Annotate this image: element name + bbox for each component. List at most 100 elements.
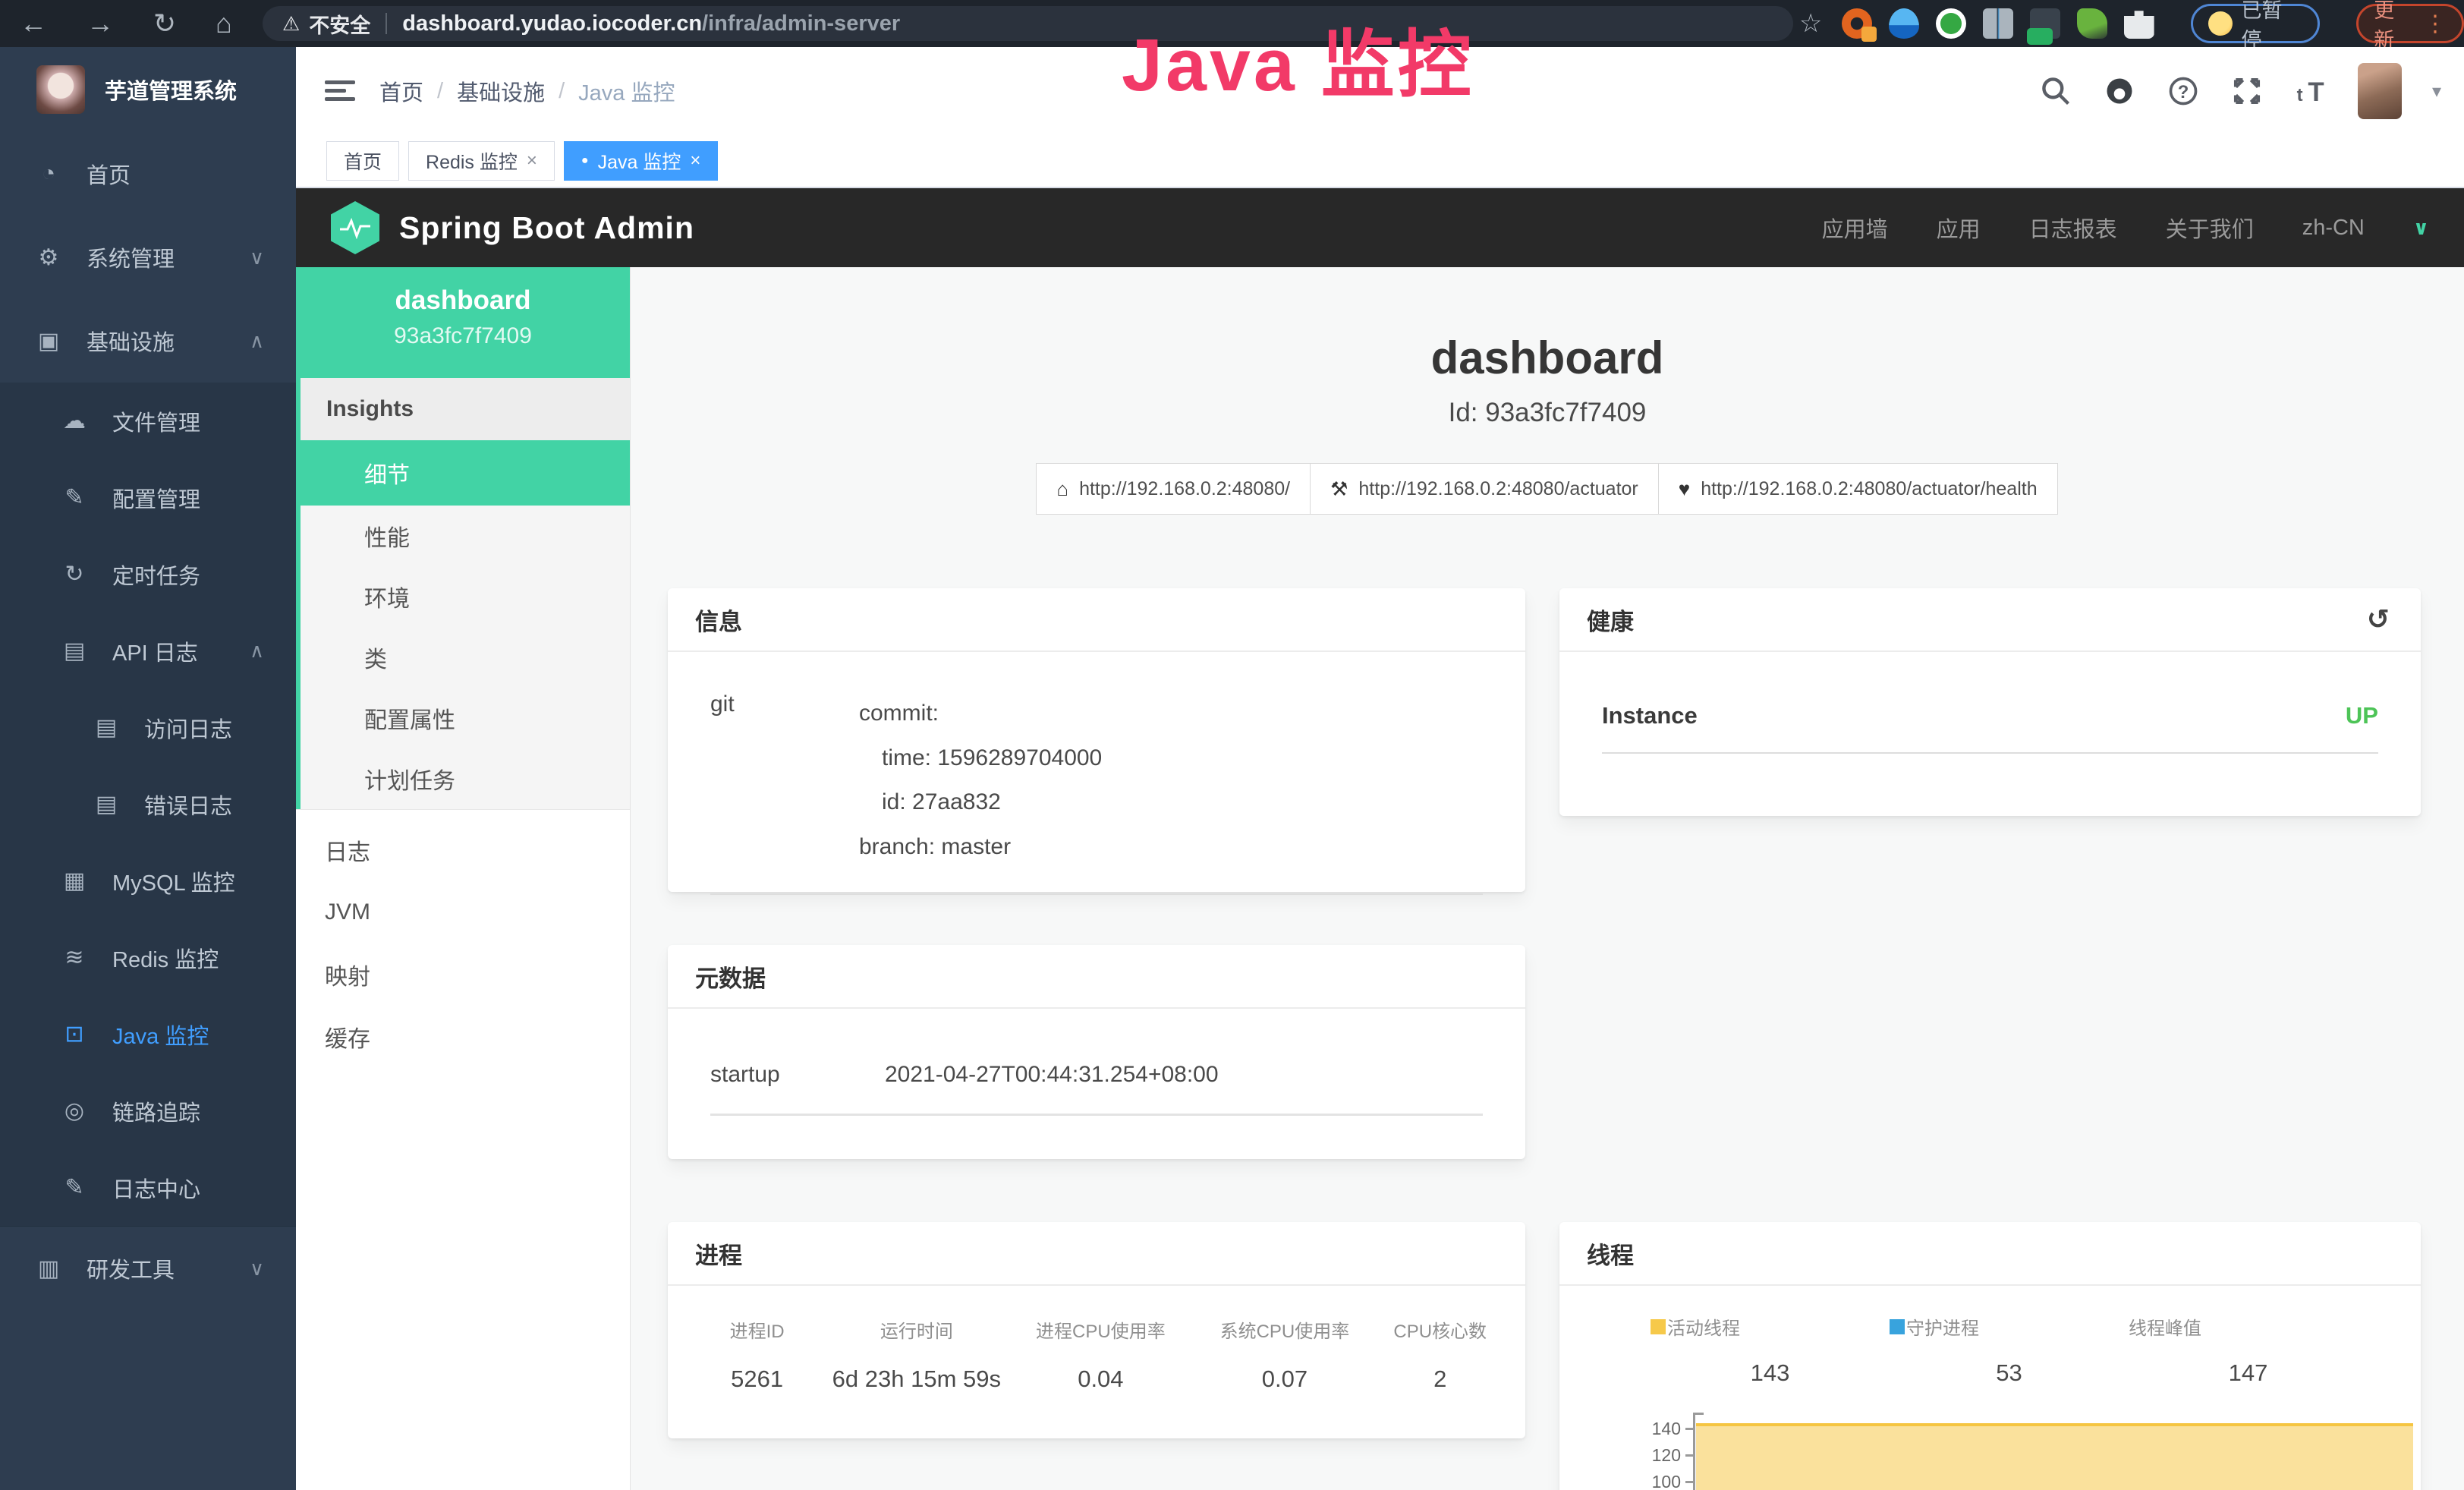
sidebar-item-infrastructure[interactable]: ▣ 基础设施 ∧ [0, 299, 296, 383]
paused-chip[interactable]: 已暂停 [2191, 4, 2321, 43]
text-size-icon[interactable]: t T [2294, 74, 2327, 108]
sidebar-item-log-center[interactable]: ✎ 日志中心 [0, 1149, 296, 1226]
hamburger-icon[interactable] [325, 76, 355, 106]
chevron-down-icon[interactable]: ∨ [2413, 216, 2429, 240]
sidebar-item-home[interactable]: ◔ 首页 [0, 132, 296, 216]
insights-section: Insights 细节 性能 环境 类 配置属性 计划任务 [296, 378, 630, 809]
sidebar-item-trace[interactable]: ◎ 链路追踪 [0, 1073, 296, 1149]
sba-item-caches[interactable]: 缓存 [296, 1006, 630, 1068]
column-header-pid: 进程ID [688, 1316, 826, 1343]
tab-home[interactable]: 首页 [326, 141, 399, 181]
breadcrumb-infrastructure[interactable]: 基础设施 [457, 75, 545, 107]
app-logo-row: 芋道管理系统 [0, 47, 296, 132]
search-icon[interactable] [2039, 74, 2072, 108]
breadcrumb-current: Java 监控 [578, 75, 675, 107]
database-icon: ▦ [59, 868, 90, 894]
switch-extension-icon[interactable] [2030, 8, 2060, 39]
sba-item-mappings[interactable]: 映射 [296, 943, 630, 1006]
sidebar-item-config-manage[interactable]: ✎ 配置管理 [0, 459, 296, 536]
service-url-link[interactable]: ⌂ http://192.168.0.2:48080/ [1036, 463, 1311, 515]
forward-icon[interactable]: → [67, 8, 134, 39]
sba-item-details[interactable]: 细节 [301, 440, 630, 506]
sidebar-item-mysql-monitor[interactable]: ▦ MySQL 监控 [0, 843, 296, 919]
puzzle-extensions-icon[interactable] [2124, 8, 2154, 39]
threads-card: 线程 活动线程 守护进程 线程峰值 143 53 147 [1559, 1222, 2421, 1490]
legend-label: 活动线程 [1667, 1313, 1740, 1340]
leaf-extension-icon[interactable] [2077, 8, 2107, 39]
tab-redis-monitor[interactable]: Redis 监控 × [408, 141, 555, 181]
update-button[interactable]: 更新 ⋮ [2356, 4, 2464, 43]
svg-text:t: t [2297, 85, 2303, 106]
reload-icon[interactable]: ↻ [134, 8, 196, 39]
sidebar-item-system[interactable]: ⚙ 系统管理 ∨ [0, 216, 296, 299]
log-icon: ▤ [59, 638, 90, 664]
health-url-link[interactable]: ♥ http://192.168.0.2:48080/actuator/heal… [1658, 463, 2058, 515]
back-icon[interactable]: ← [0, 8, 67, 39]
screen: ← → ↻ ⌂ ⚠ 不安全 dashboard.yudao.iocoder.cn… [0, 0, 2464, 1490]
user-avatar[interactable] [2358, 63, 2402, 119]
pin-extension-icon[interactable] [1889, 8, 1919, 39]
heartbeat-icon: ♥ [1679, 477, 1690, 501]
sidebar-item-file-manage[interactable]: ☁ 文件管理 [0, 383, 296, 459]
home-icon: ⌂ [1056, 477, 1068, 501]
sba-item-scheduled-tasks[interactable]: 计划任务 [301, 748, 630, 809]
sba-item-config-props[interactable]: 配置属性 [301, 688, 630, 748]
actuator-url-link[interactable]: ⚒ http://192.168.0.2:48080/actuator [1310, 463, 1659, 515]
bookmark-star-icon[interactable]: ☆ [1799, 8, 1822, 39]
extension-icon[interactable] [1842, 8, 1872, 39]
grid-extension-icon[interactable] [1983, 8, 2013, 39]
sba-item-classes[interactable]: 类 [301, 627, 630, 688]
legend-daemon-threads: 守护进程 [1890, 1313, 2129, 1340]
legend-label: 守护进程 [1906, 1313, 1979, 1340]
sba-item-metrics[interactable]: 性能 [301, 506, 630, 566]
sidebar-item-scheduled-jobs[interactable]: ↻ 定时任务 [0, 536, 296, 613]
sba-item-jvm[interactable]: JVM [296, 881, 630, 943]
paused-label: 已暂停 [2242, 0, 2303, 53]
url-path: /infra/admin-server [702, 11, 900, 36]
sidebar-item-api-log[interactable]: ▤ API 日志 ∧ [0, 613, 296, 689]
edit-icon: ✎ [59, 484, 90, 511]
sidebar-item-access-log[interactable]: ▤ 访问日志 [0, 689, 296, 766]
github-icon[interactable] [2103, 74, 2136, 108]
y-axis-line [1693, 1413, 1695, 1490]
card-title: 进程 [668, 1222, 1525, 1286]
sidebar-item-error-log[interactable]: ▤ 错误日志 [0, 766, 296, 843]
close-icon[interactable]: × [690, 150, 700, 172]
blue-swatch-icon [1890, 1319, 1905, 1334]
green-circle-extension-icon[interactable] [1936, 8, 1966, 39]
sba-item-logs[interactable]: 日志 [296, 819, 630, 881]
sba-item-environment[interactable]: 环境 [301, 566, 630, 627]
sidebar-item-java-monitor[interactable]: ⊡ Java 监控 [0, 996, 296, 1073]
svg-text:?: ? [2178, 82, 2189, 102]
locale-select[interactable]: zh-CN [2302, 216, 2365, 241]
extensions-area: ☆ 已暂停 更新 ⋮ [1799, 4, 2464, 43]
y-axis-tick-mark [1685, 1428, 1693, 1430]
annotation-overlay-text: Java 监控 [1122, 5, 1474, 112]
instance-header: dashboard 93a3fc7f7409 [296, 267, 630, 378]
tab-java-monitor[interactable]: ● Java 监控 × [564, 141, 718, 181]
kebab-menu-icon[interactable]: ⋮ [2424, 11, 2447, 37]
history-icon[interactable]: ↺ [2363, 604, 2393, 635]
nav-journal[interactable]: 日志报表 [2029, 212, 2117, 244]
status-badge: UP [2346, 702, 2378, 729]
security-label[interactable]: 不安全 [309, 9, 370, 39]
close-icon[interactable]: × [527, 150, 537, 172]
svg-text:T: T [2308, 77, 2324, 107]
sidebar-item-redis-monitor[interactable]: ≋ Redis 监控 [0, 919, 296, 996]
process-cpu-usage: 0.04 [1006, 1366, 1194, 1393]
home-icon[interactable]: ⌂ [196, 8, 252, 39]
chevron-down-icon: ∨ [250, 246, 264, 269]
address-divider [385, 13, 387, 34]
nav-applications[interactable]: 应用 [1937, 212, 1981, 244]
sidebar-item-label: 配置管理 [112, 482, 200, 514]
breadcrumb-home[interactable]: 首页 [379, 75, 423, 107]
address-bar[interactable]: ⚠ 不安全 dashboard.yudao.iocoder.cn /infra/… [263, 6, 1793, 41]
caret-down-icon[interactable]: ▾ [2432, 80, 2441, 102]
sidebar-item-label: Redis 监控 [112, 942, 219, 974]
help-icon[interactable]: ? [2167, 74, 2200, 108]
breadcrumb: 首页 / 基础设施 / Java 监控 [379, 47, 675, 135]
sidebar-item-dev-tools[interactable]: ▥ 研发工具 ∨ [0, 1227, 296, 1310]
nav-about[interactable]: 关于我们 [2166, 212, 2254, 244]
nav-applications-wall[interactable]: 应用墙 [1822, 212, 1888, 244]
fullscreen-icon[interactable] [2230, 74, 2264, 108]
